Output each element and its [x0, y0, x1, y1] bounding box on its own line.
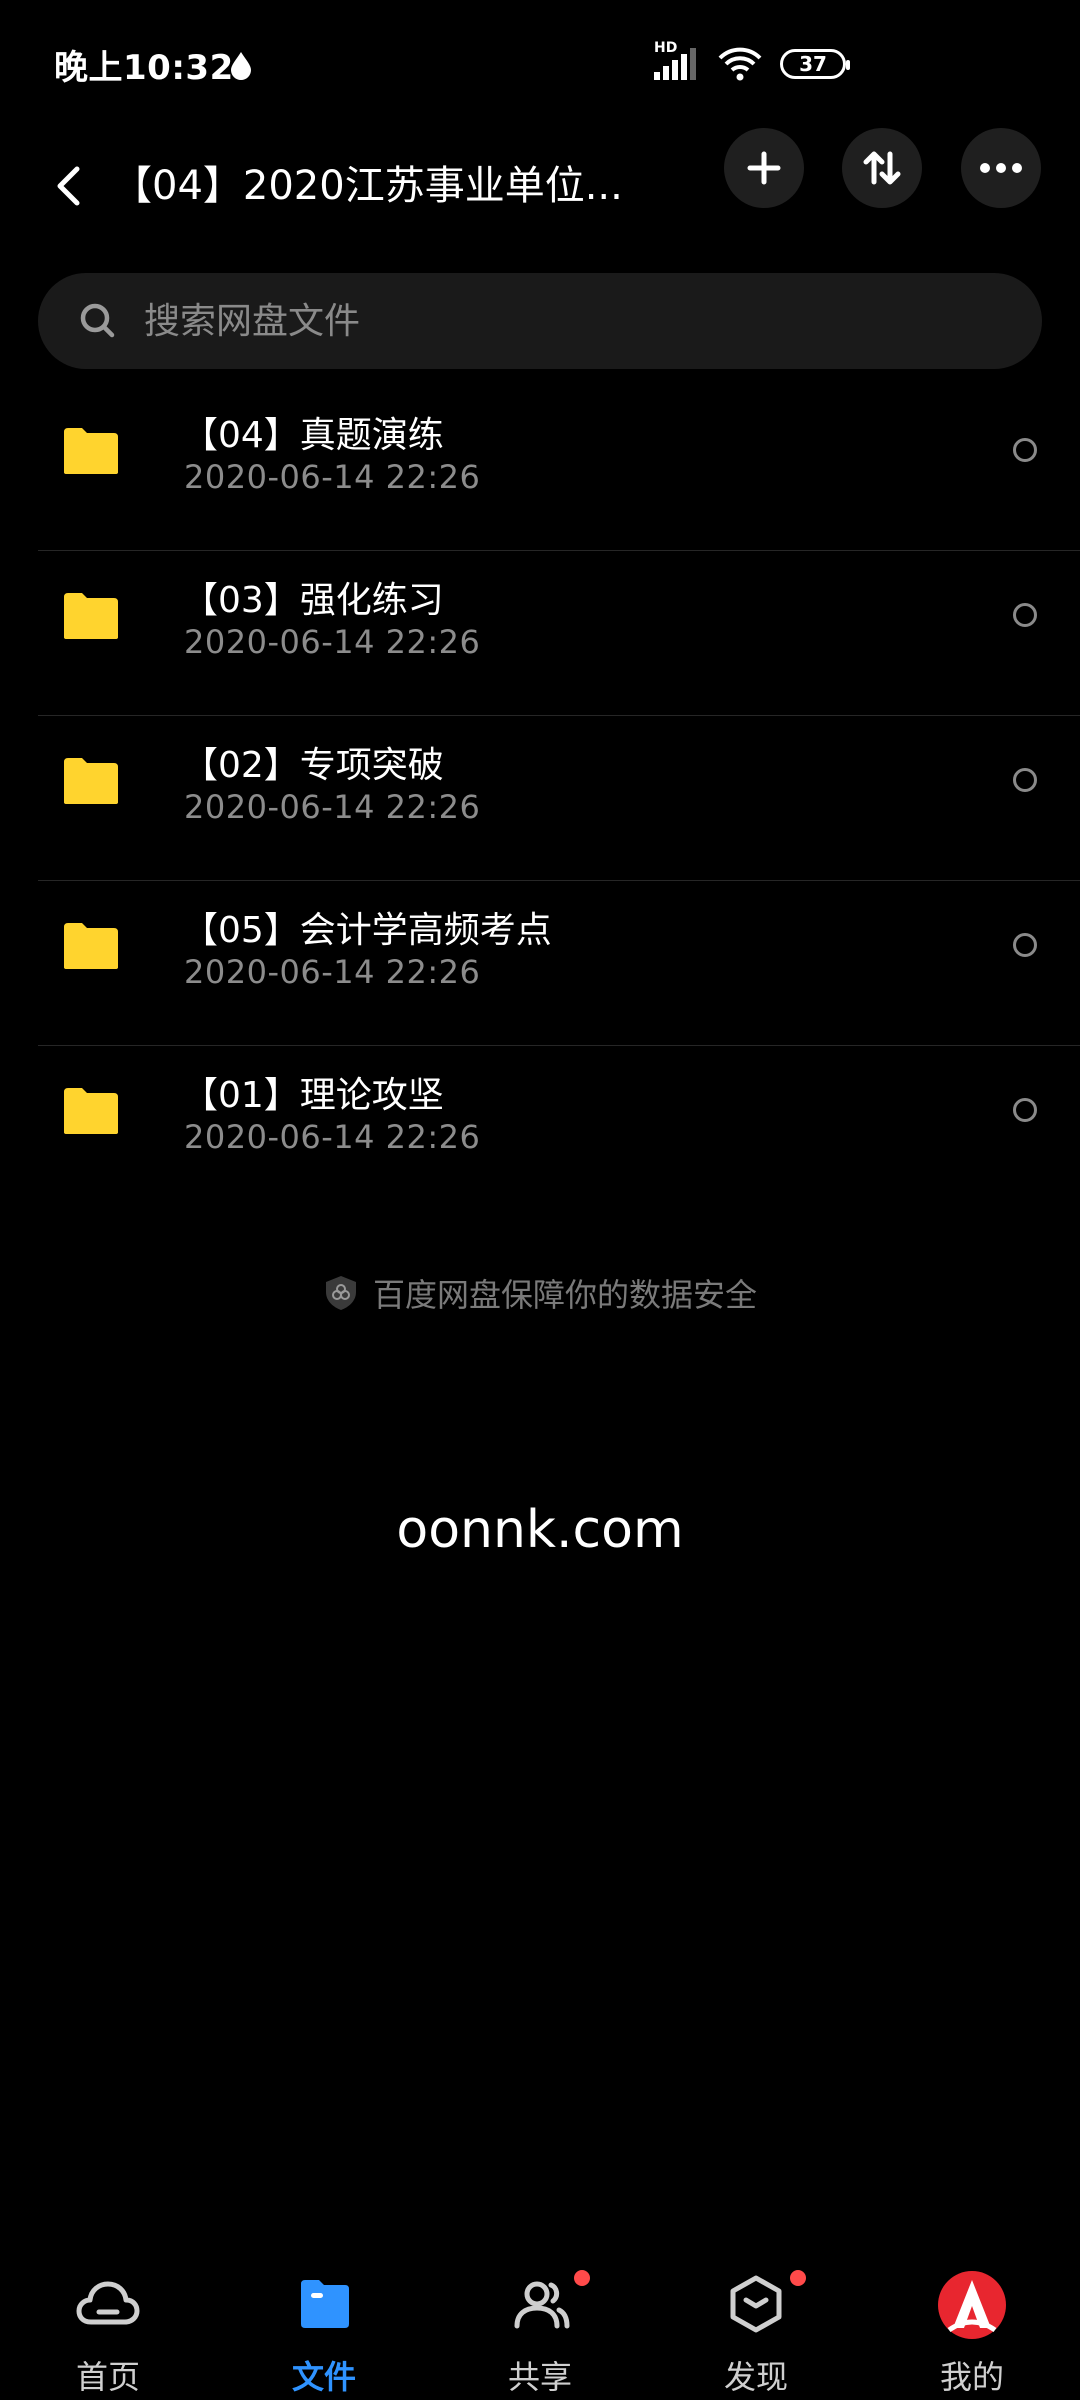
nav-label-home: 首页	[75, 2358, 140, 2396]
discover-badge	[790, 2270, 806, 2286]
nav-item-share[interactable]: 共享	[470, 2270, 610, 2400]
file-date: 2020-06-14 22:26	[184, 788, 481, 826]
bottom-nav: 首页 文件 共享 发现 我的	[0, 2270, 1080, 2400]
select-radio[interactable]	[1013, 438, 1037, 462]
list-item[interactable]: 【04】真题演练 2020-06-14 22:26	[38, 386, 1080, 551]
wifi-icon	[718, 47, 762, 81]
nav-label-share: 共享	[507, 2358, 572, 2396]
nav-item-files[interactable]: 文件	[254, 2270, 394, 2400]
folder-icon	[64, 758, 118, 804]
add-button[interactable]	[724, 128, 804, 208]
back-button[interactable]	[40, 148, 96, 224]
security-text: 百度网盘保障你的数据安全	[372, 1276, 757, 1314]
status-icons: HD 37	[650, 40, 850, 84]
security-note: 百度网盘保障你的数据安全	[0, 1268, 1080, 1318]
box-icon	[730, 2275, 782, 2333]
file-date: 2020-06-14 22:26	[184, 458, 481, 496]
folder-icon	[64, 428, 118, 474]
watermark-text: oonnk.com	[396, 1500, 684, 1560]
nav-label-discover: 发现	[723, 2358, 788, 2396]
folder-icon	[301, 2280, 349, 2328]
drop-icon	[231, 52, 251, 80]
page-title: 【04】2020江苏事业单位...	[112, 163, 623, 209]
nav-label-files: 文件	[291, 2358, 356, 2396]
share-badge	[574, 2270, 590, 2286]
battery-icon: 37	[780, 49, 850, 79]
file-name: 【04】真题演练	[182, 415, 444, 456]
shield-icon	[325, 1276, 356, 1310]
signal-icon: HD	[650, 40, 700, 82]
file-date: 2020-06-14 22:26	[184, 1118, 481, 1156]
file-name: 【05】会计学高频考点	[182, 910, 552, 951]
nav-item-mine[interactable]: 我的	[902, 2270, 1042, 2400]
list-item[interactable]: 【05】会计学高频考点 2020-06-14 22:26	[38, 881, 1080, 1046]
select-radio[interactable]	[1013, 768, 1037, 792]
list-item[interactable]: 【01】理论攻坚 2020-06-14 22:26	[38, 1046, 1080, 1210]
file-date: 2020-06-14 22:26	[184, 953, 481, 991]
status-bar: 晚上10:32 HD 37	[0, 0, 1080, 130]
file-list: 【04】真题演练 2020-06-14 22:26 【03】强化练习 2020-…	[0, 386, 1080, 1210]
file-name: 【03】强化练习	[182, 580, 444, 621]
plus-icon	[747, 151, 781, 185]
up-down-arrows-icon	[863, 151, 901, 185]
folder-icon	[64, 593, 118, 639]
select-radio[interactable]	[1013, 603, 1037, 627]
nav-item-discover[interactable]: 发现	[686, 2270, 826, 2400]
nav-item-home[interactable]: 首页	[38, 2270, 178, 2400]
list-item[interactable]: 【02】专项突破 2020-06-14 22:26	[38, 716, 1080, 881]
search-input[interactable]	[142, 299, 946, 343]
more-dots-icon	[980, 163, 1022, 173]
header: 【04】2020江苏事业单位...	[0, 128, 1080, 244]
select-radio[interactable]	[1013, 933, 1037, 957]
list-item[interactable]: 【03】强化练习 2020-06-14 22:26	[38, 551, 1080, 716]
avatar	[938, 2271, 1006, 2339]
transfer-button[interactable]	[842, 128, 922, 208]
cloud-icon	[76, 2281, 140, 2325]
file-name: 【02】专项突破	[182, 745, 444, 786]
folder-icon	[64, 923, 118, 969]
nav-label-mine: 我的	[939, 2358, 1004, 2396]
search-bar[interactable]	[38, 273, 1042, 369]
file-name: 【01】理论攻坚	[182, 1075, 444, 1116]
more-button[interactable]	[961, 128, 1041, 208]
file-date: 2020-06-14 22:26	[184, 623, 481, 661]
page: 晚上10:32 HD 37 【04】2020江苏事业单位... 搜索网盘文件 【…	[0, 0, 1080, 2400]
search-icon	[80, 303, 115, 338]
hd-label: HD	[654, 40, 678, 56]
people-icon	[514, 2281, 570, 2329]
chevron-left-icon	[57, 166, 80, 206]
folder-icon	[64, 1088, 118, 1134]
battery-level: 37	[799, 52, 827, 76]
status-time: 晚上10:32	[54, 48, 234, 88]
select-radio[interactable]	[1013, 1098, 1037, 1122]
